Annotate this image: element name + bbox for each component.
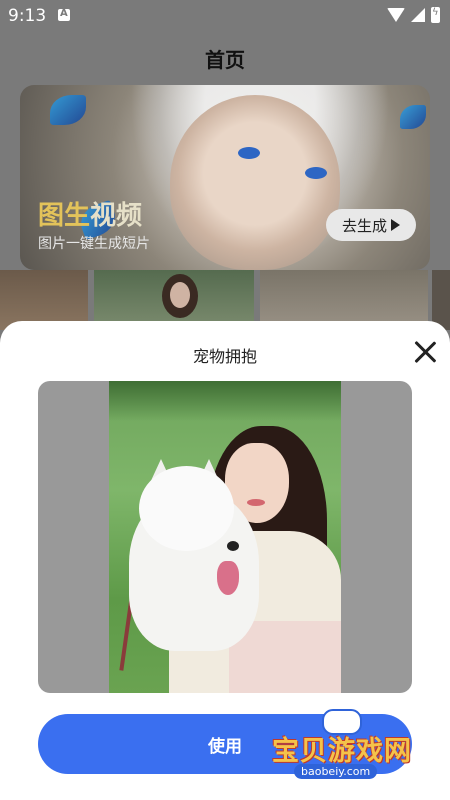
play-icon (391, 219, 400, 231)
dog-head (139, 466, 234, 551)
butterfly-decoration (400, 105, 426, 129)
dog-nose (227, 541, 239, 551)
preview-image (109, 381, 341, 693)
banner-subtitle: 图片一键生成短片 (38, 236, 150, 252)
banner-eye (305, 167, 327, 179)
status-bar: 9:13 (0, 0, 450, 32)
sheet-title: 宠物拥抱 (192, 347, 257, 366)
status-time: 9:13 (8, 6, 47, 26)
use-button[interactable]: 使用 (38, 714, 412, 774)
signal-icon (411, 8, 425, 22)
battery-icon (431, 7, 440, 23)
pet-hug-sheet: 宠物拥抱 使用 宝贝游戏网 baobeiy.com (0, 321, 450, 800)
generate-button-label: 去生成 (341, 216, 387, 235)
banner-title-rest: 视频 (90, 201, 143, 231)
banner-portrait (170, 95, 340, 270)
banner-eye (238, 147, 260, 159)
banner-title: 图生视频 (38, 195, 142, 232)
generate-button[interactable]: 去生成 (326, 209, 416, 241)
close-icon[interactable] (410, 337, 440, 367)
image-to-video-banner[interactable]: 图生视频 图片一键生成短片 去生成 (20, 85, 430, 270)
dog-tongue (217, 561, 239, 595)
banner-title-highlight: 图生 (38, 201, 91, 231)
template-thumbnail[interactable] (432, 270, 450, 330)
background-grass (109, 381, 341, 421)
system-icons (387, 7, 440, 23)
wifi-icon (387, 8, 405, 22)
page-title: 首页 (205, 48, 245, 72)
preview-frame (38, 381, 412, 693)
butterfly-decoration (50, 95, 86, 125)
app-notification-icon (58, 8, 70, 21)
thumbnail-face (170, 282, 190, 308)
woman-lips (247, 499, 265, 506)
